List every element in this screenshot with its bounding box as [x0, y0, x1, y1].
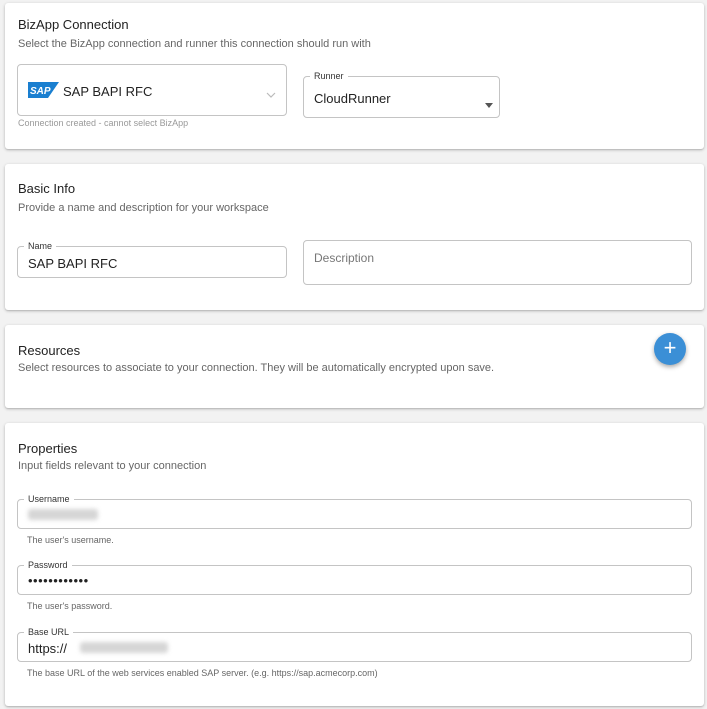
- card-subtitle: Input fields relevant to your connection: [18, 460, 207, 472]
- bizapp-helper-text: Connection created - cannot select BizAp…: [18, 118, 189, 128]
- runner-label: Runner: [310, 70, 348, 82]
- sap-logo-icon: SAP: [28, 82, 59, 98]
- name-field[interactable]: Name SAP BAPI RFC: [17, 240, 287, 278]
- username-helper-text: The user's username.: [27, 535, 114, 545]
- username-field[interactable]: Username: [17, 493, 692, 529]
- card-title: Resources: [18, 343, 81, 358]
- username-label: Username: [24, 493, 74, 505]
- runner-select-value: CloudRunner: [314, 91, 391, 106]
- base-url-redacted-value: [80, 642, 168, 653]
- card-subtitle: Select the BizApp connection and runner …: [18, 38, 371, 50]
- bizapp-select-value: SAP BAPI RFC: [63, 84, 153, 99]
- password-label: Password: [24, 559, 72, 571]
- base-url-helper-text: The base URL of the web services enabled…: [27, 668, 378, 678]
- base-url-field[interactable]: Base URL https://: [17, 626, 692, 662]
- properties-card: Properties Input fields relevant to your…: [5, 423, 704, 706]
- card-subtitle: Select resources to associate to your co…: [18, 362, 495, 374]
- password-field-value: ••••••••••••: [28, 573, 89, 588]
- password-field[interactable]: Password ••••••••••••: [17, 559, 692, 595]
- password-helper-text: The user's password.: [27, 601, 113, 611]
- bizapp-connection-card: BizApp Connection Select the BizApp conn…: [5, 3, 704, 149]
- name-label: Name: [24, 240, 57, 252]
- card-title: Properties: [18, 441, 78, 456]
- description-field[interactable]: Description: [303, 240, 692, 285]
- username-redacted-value: [28, 509, 98, 520]
- base-url-field-value: https://: [28, 641, 68, 656]
- card-title: BizApp Connection: [18, 17, 129, 32]
- runner-select[interactable]: Runner CloudRunner: [303, 70, 500, 118]
- chevron-down-icon: [266, 86, 276, 98]
- basic-info-card: Basic Info Provide a name and descriptio…: [5, 164, 704, 310]
- card-subtitle: Provide a name and description for your …: [18, 202, 269, 214]
- dropdown-arrow-icon: [485, 95, 493, 108]
- bizapp-select[interactable]: SAP SAP BAPI RFC: [17, 64, 287, 116]
- base-url-label: Base URL: [24, 626, 74, 638]
- name-field-value: SAP BAPI RFC: [28, 256, 118, 271]
- add-resource-button[interactable]: +: [654, 333, 686, 365]
- card-title: Basic Info: [18, 181, 76, 196]
- resources-card: Resources Select resources to associate …: [5, 325, 704, 408]
- svg-text:SAP: SAP: [30, 86, 51, 97]
- description-placeholder: Description: [314, 251, 375, 265]
